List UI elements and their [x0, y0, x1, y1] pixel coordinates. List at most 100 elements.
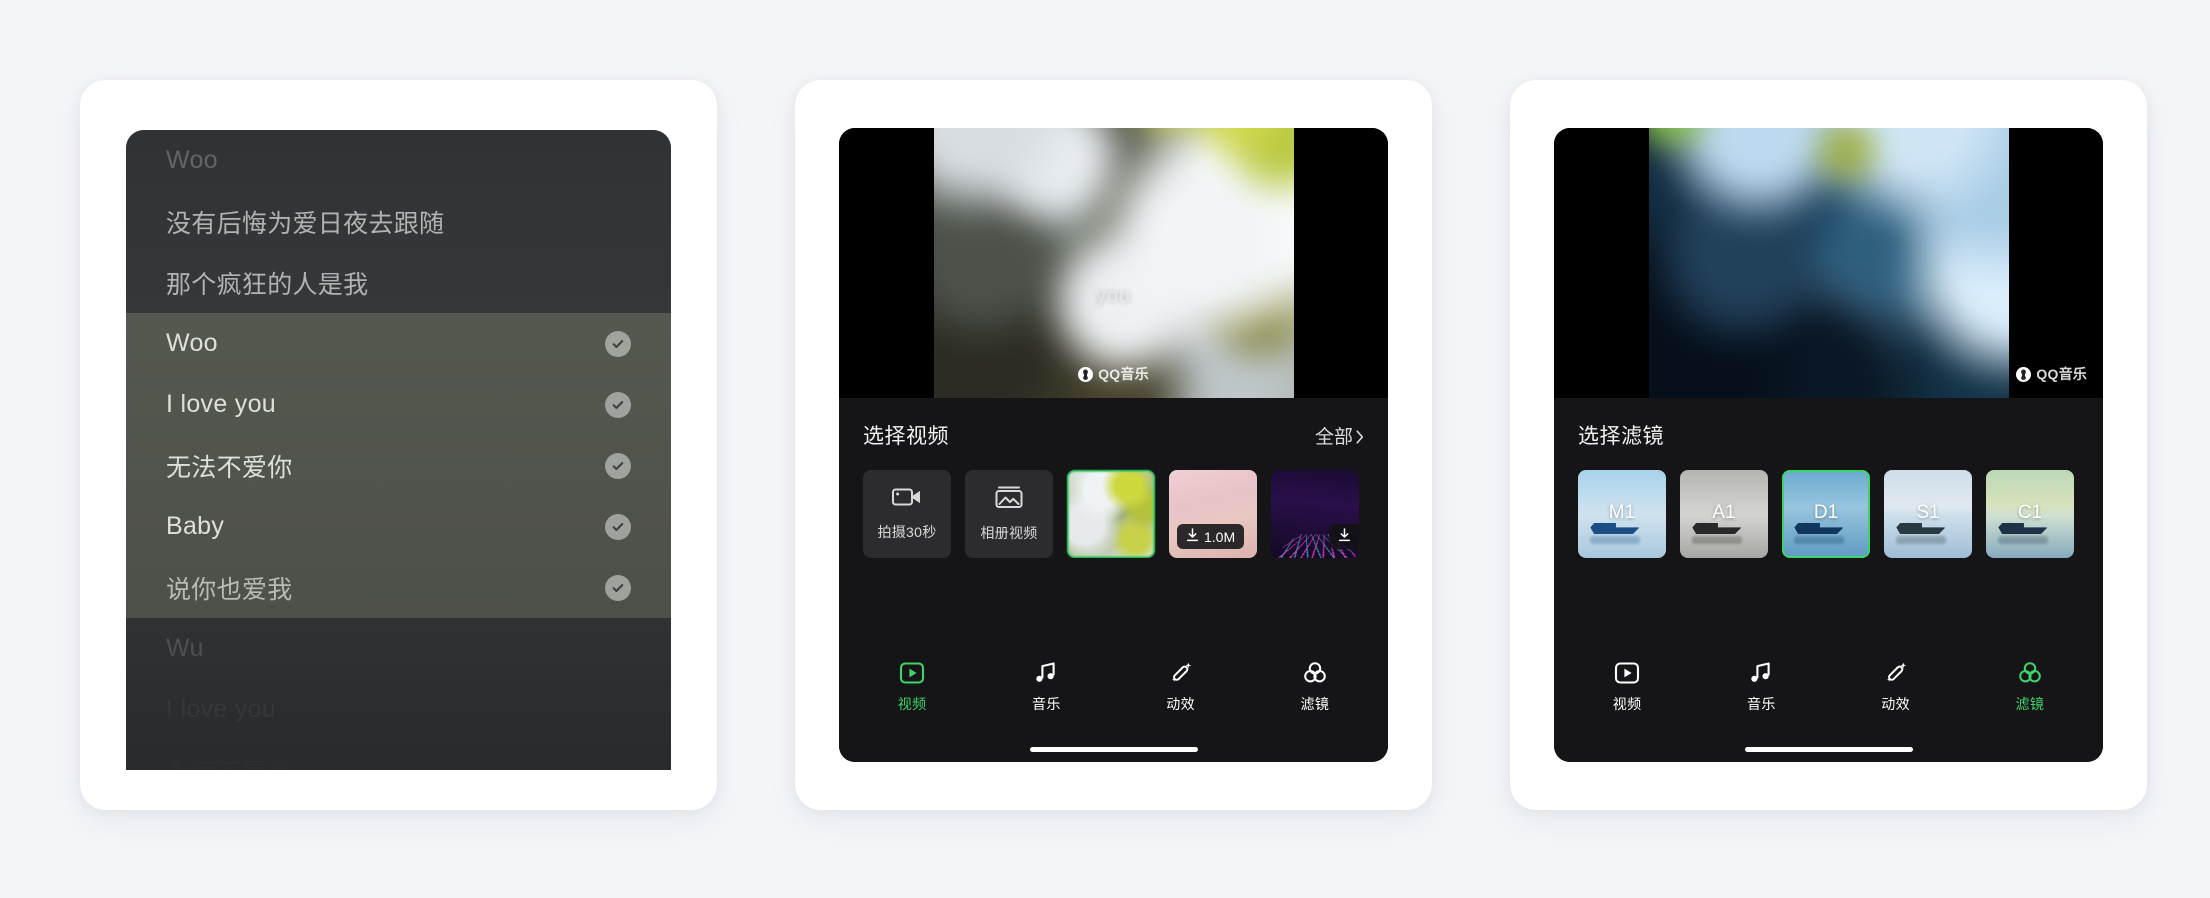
music-note-icon [1748, 660, 1774, 686]
picker-title: 选择视频 [863, 425, 949, 448]
play-square-icon [1614, 660, 1640, 686]
screenshot-root: Woo 没有后悔为爱日夜去跟随 那个疯狂的人是我 Woo I love you [0, 0, 2210, 898]
check-circle-icon[interactable] [605, 391, 631, 418]
lyric-band-top: Woo 没有后悔为爱日夜去跟随 那个疯狂的人是我 [126, 130, 671, 313]
lyric-text: 永远不愿意 [166, 753, 293, 771]
filter-name: C1 [2017, 501, 2043, 523]
boat-reflection [1896, 536, 1946, 544]
lyric-row[interactable]: 说你也爱我 [126, 557, 671, 618]
qq-music-logo-icon [1078, 366, 1094, 382]
tab-filter-label: 滤镜 [2015, 696, 2045, 712]
tab-effects[interactable]: 动效 [1114, 660, 1248, 714]
lyric-text: Wu [166, 634, 204, 662]
tab-video-label: 视频 [897, 696, 927, 712]
check-circle-icon[interactable] [605, 452, 631, 479]
phone-frame-filter: QQ音乐 选择滤镜 M1 A1 D1 S1 C1 视频 音乐 动效 滤镜 [1554, 128, 2103, 762]
video-thumb-leaf[interactable] [1067, 470, 1155, 558]
video-thumb-pink[interactable]: 1.0M [1169, 470, 1257, 558]
record-video-button[interactable]: 拍摄30秒 [863, 470, 951, 558]
boat-shape [1998, 522, 2048, 535]
video-preview[interactable]: you QQ音乐 [839, 128, 1388, 398]
download-size-label: 1.0M [1204, 528, 1236, 545]
lyric-row[interactable]: Baby [126, 496, 671, 557]
boat-reflection [1692, 536, 1742, 544]
boat-shape [1794, 522, 1844, 535]
filter-tile-m1[interactable]: M1 [1578, 470, 1666, 558]
lyric-row[interactable]: Wu [126, 618, 671, 679]
editor-tabbar[interactable]: 视频 音乐 动效 滤镜 [839, 644, 1388, 736]
video-preview-content: you [933, 128, 1294, 398]
lyric-row[interactable]: 永远不愿意 [126, 740, 671, 771]
lyric-row[interactable]: Woo [126, 130, 671, 191]
editor-tabbar[interactable]: 视频 音乐 动效 滤镜 [1554, 644, 2103, 736]
tab-effects[interactable]: 动效 [1829, 660, 1963, 714]
boat-reflection [1590, 536, 1640, 544]
check-circle-icon[interactable] [605, 513, 631, 540]
tab-music-label: 音乐 [1746, 696, 1776, 712]
filter-tile-c1[interactable]: C1 [1986, 470, 2074, 558]
lyric-row[interactable]: Woo [126, 313, 671, 374]
video-thumb-neon[interactable] [1271, 470, 1359, 558]
video-frame-image [1648, 128, 2009, 398]
filter-tile-s1[interactable]: S1 [1884, 470, 1972, 558]
lyric-row[interactable]: 那个疯狂的人是我 [126, 252, 671, 313]
filter-picker-card: QQ音乐 选择滤镜 M1 A1 D1 S1 C1 视频 音乐 动效 滤镜 [1510, 80, 2147, 810]
lyric-text: 说你也爱我 [166, 575, 293, 604]
filter-thumbnail-strip[interactable]: M1 A1 D1 S1 C1 [1554, 450, 2103, 558]
lyrics-card: Woo 没有后悔为爱日夜去跟随 那个疯狂的人是我 Woo I love you [80, 80, 717, 810]
boat-reflection [1998, 536, 2048, 544]
watermark: QQ音乐 [1554, 364, 2103, 384]
filter-name: S1 [1916, 501, 1940, 523]
tab-filter[interactable]: 滤镜 [1248, 660, 1382, 714]
watermark: QQ音乐 [839, 364, 1388, 384]
home-indicator [839, 736, 1388, 762]
video-camera-icon [892, 486, 922, 513]
boat-shape [1896, 522, 1946, 535]
lyric-band-selected: Woo I love you 无法不爱你 Baby 说你也爱我 [126, 313, 671, 618]
filter-tile-a1[interactable]: A1 [1680, 470, 1768, 558]
tab-effects-label: 动效 [1166, 696, 1196, 712]
video-thumbnail-strip[interactable]: 拍摄30秒 相册视频 1.0M [839, 450, 1388, 558]
watermark-label: QQ音乐 [1098, 366, 1149, 382]
tab-filter-label: 滤镜 [1300, 696, 1330, 712]
video-preview-filtered[interactable]: QQ音乐 [1554, 128, 2103, 398]
lyric-select-sheet[interactable]: Woo 没有后悔为爱日夜去跟随 那个疯狂的人是我 Woo I love you [126, 130, 671, 770]
tab-video-label: 视频 [1612, 696, 1642, 712]
lyric-row[interactable]: 无法不爱你 [126, 435, 671, 496]
download-badge[interactable]: 1.0M [1177, 524, 1245, 549]
video-picker-sheet: 选择视频 全部 拍摄30秒 相册视频 1.0M 视频 音乐 动效 滤镜 [839, 398, 1388, 762]
tab-video[interactable]: 视频 [845, 660, 979, 714]
view-all-label: 全部 [1314, 426, 1353, 448]
check-circle-icon[interactable] [605, 574, 631, 601]
boat-reflection [1794, 536, 1844, 544]
music-note-icon [1033, 660, 1059, 686]
tab-music[interactable]: 音乐 [1694, 660, 1828, 714]
video-picker-card: you QQ音乐 选择视频 全部 拍摄30秒 相册视频 1.0M 视频 音乐 动… [795, 80, 1432, 810]
tab-music-label: 音乐 [1031, 696, 1061, 712]
chevron-right-icon [1356, 428, 1364, 444]
download-icon [1338, 528, 1351, 545]
qq-music-logo-icon [2016, 366, 2032, 382]
lyric-row[interactable]: I love you [126, 679, 671, 740]
tab-music[interactable]: 音乐 [979, 660, 1113, 714]
tab-filter[interactable]: 滤镜 [1963, 660, 2097, 714]
view-all-button[interactable]: 全部 [1315, 422, 1364, 449]
lyric-row[interactable]: I love you [126, 374, 671, 435]
filter-tile-d1[interactable]: D1 [1782, 470, 1870, 558]
lyric-text: 没有后悔为爱日夜去跟随 [166, 209, 445, 238]
picker-title: 选择滤镜 [1578, 425, 1664, 448]
watermark-label: QQ音乐 [2036, 366, 2087, 382]
lyric-row[interactable]: 没有后悔为爱日夜去跟随 [126, 191, 671, 252]
play-square-icon [899, 660, 925, 686]
lyric-text: Woo [166, 329, 218, 357]
tab-video[interactable]: 视频 [1560, 660, 1694, 714]
lyric-text: Baby [166, 512, 225, 540]
picker-header: 选择滤镜 [1554, 398, 2103, 450]
download-badge[interactable] [1329, 524, 1359, 549]
record-video-label: 拍摄30秒 [877, 524, 937, 540]
download-icon [1186, 528, 1199, 545]
album-video-button[interactable]: 相册视频 [965, 470, 1053, 558]
magic-wand-icon [1168, 660, 1194, 686]
filter-circles-icon [2017, 660, 2043, 686]
check-circle-icon[interactable] [605, 330, 631, 357]
